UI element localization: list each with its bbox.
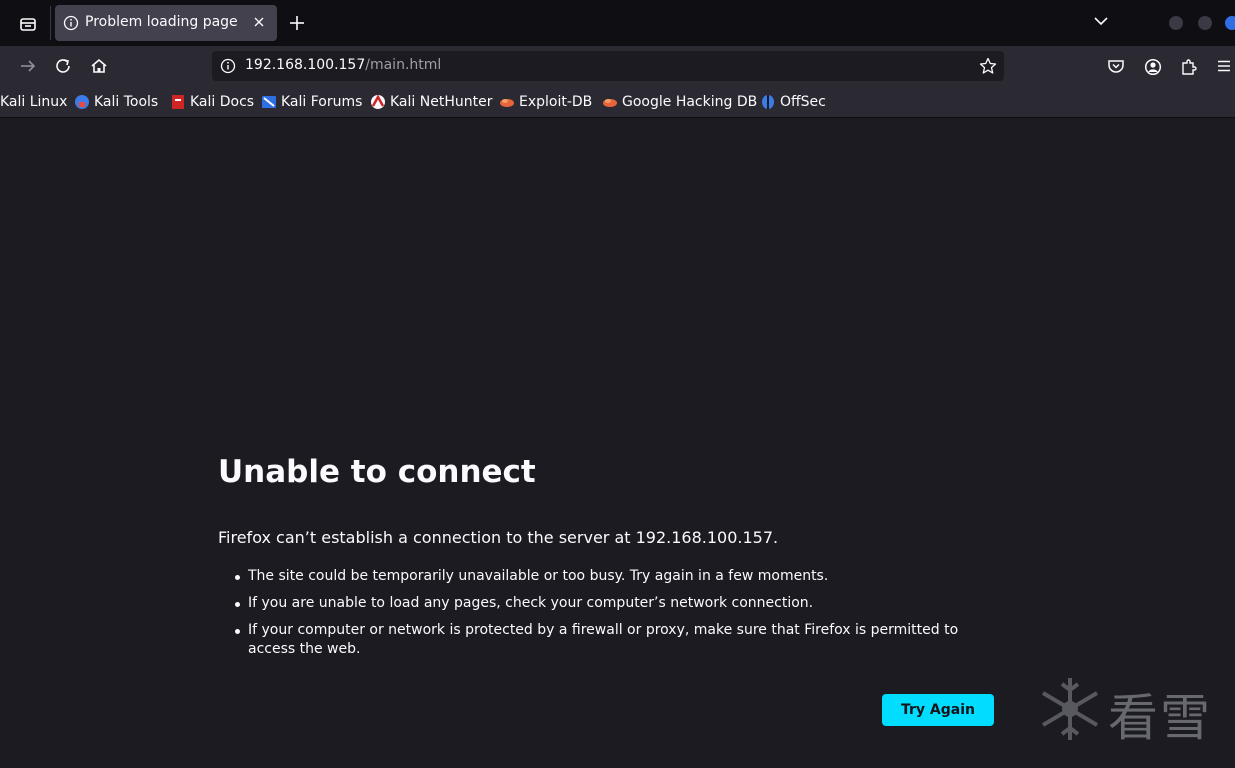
new-tab-plus-icon[interactable]: [288, 14, 306, 32]
list-item: If your computer or network is protected…: [235, 621, 1008, 659]
list-item: If you are unable to load any pages, che…: [235, 594, 1008, 613]
bookmark-kali-nethunter[interactable]: Kali NetHunter: [370, 93, 492, 111]
forward-arrow-icon[interactable]: [19, 58, 37, 74]
hamburger-menu-icon[interactable]: [1216, 58, 1232, 74]
error-description: Firefox can’t establish a connection to …: [218, 528, 779, 547]
bookmark-kali-tools[interactable]: Kali Tools: [74, 93, 158, 111]
try-again-button[interactable]: Try Again: [882, 694, 994, 726]
bookmark-label: Kali Docs: [190, 94, 255, 110]
url-text[interactable]: 192.168.100.157/main.html: [245, 57, 441, 73]
google-hacking-db-icon: [603, 99, 617, 107]
kali-nethunter-icon: [371, 94, 385, 109]
bookmark-google-hacking-db[interactable]: Google Hacking DB: [602, 93, 757, 111]
error-suggestions: The site could be temporarily unavailabl…: [235, 567, 1008, 667]
bookmark-label: Kali Linux: [0, 94, 68, 110]
bookmark-label: Google Hacking DB: [622, 94, 758, 110]
kali-tools-icon: [75, 95, 89, 109]
site-info-icon[interactable]: [220, 58, 236, 74]
bookmark-label: Exploit-DB: [519, 94, 593, 110]
bookmark-star-icon[interactable]: [979, 57, 997, 75]
account-icon[interactable]: [1144, 58, 1162, 76]
bookmark-label: OffSec: [780, 94, 826, 110]
firefox-view-button[interactable]: [14, 11, 42, 37]
url-path: /main.html: [365, 57, 442, 73]
bookmark-label: Kali Tools: [94, 94, 159, 110]
kali-docs-icon: [172, 95, 184, 109]
snowflake-watermark-icon: [1041, 678, 1099, 740]
bookmark-exploit-db[interactable]: Exploit-DB: [499, 93, 592, 111]
offsec-icon: [762, 95, 774, 109]
error-title: Unable to connect: [218, 454, 536, 490]
exploit-db-icon: [500, 99, 514, 107]
kali-forums-icon: [262, 96, 276, 108]
list-item: The site could be temporarily unavailabl…: [235, 567, 1008, 586]
extensions-puzzle-icon[interactable]: [1180, 58, 1198, 76]
bookmark-offsec[interactable]: OffSec: [760, 93, 826, 111]
tab-title: Problem loading page: [85, 14, 238, 30]
watermark-text: 看雪: [1108, 689, 1212, 747]
bookmark-kali-forums[interactable]: Kali Forums: [261, 93, 362, 111]
navigation-toolbar: 192.168.100.157/main.html: [0, 46, 1235, 86]
url-host: 192.168.100.157: [245, 57, 366, 73]
maximize-button[interactable]: [1198, 16, 1212, 30]
bookmark-label: Kali Forums: [281, 94, 363, 110]
error-page: Unable to connect Firefox can’t establis…: [0, 118, 1235, 768]
window-close-button[interactable]: [1225, 16, 1235, 30]
firefox-view-icon: [20, 18, 36, 31]
chevron-down-icon[interactable]: [1094, 16, 1108, 26]
info-icon: [63, 15, 79, 31]
bookmark-label: Kali NetHunter: [390, 94, 493, 110]
tab-bar: Problem loading page: [0, 0, 1235, 46]
address-bar[interactable]: 192.168.100.157/main.html: [212, 51, 1004, 81]
close-icon[interactable]: [253, 16, 265, 28]
bookmark-kali-docs[interactable]: Kali Docs: [170, 93, 254, 111]
pocket-icon[interactable]: [1107, 58, 1125, 74]
bookmarks-toolbar: Kali Linux Kali Tools Kali Docs Kali For…: [0, 86, 1235, 118]
home-icon[interactable]: [90, 58, 108, 74]
tab-problem-loading-page[interactable]: Problem loading page: [55, 5, 277, 41]
tab-separator: [50, 6, 51, 40]
minimize-button[interactable]: [1169, 16, 1183, 30]
reload-icon[interactable]: [55, 58, 73, 74]
bookmark-kali-linux[interactable]: Kali Linux: [0, 93, 67, 111]
